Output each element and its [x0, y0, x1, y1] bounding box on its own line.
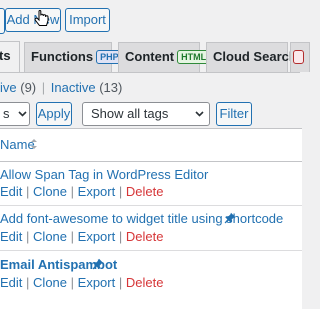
tag-filter-value: Show all tags — [91, 106, 169, 121]
delete-link[interactable]: Delete — [126, 184, 164, 199]
snippets-table: Name Allow Span Tag in WordPress Editor … — [0, 128, 302, 309]
filter-active-label: ive — [0, 80, 17, 95]
pin-icon[interactable] — [92, 258, 104, 270]
table-row: Email Antispambot Edit | Clone | Export … — [0, 251, 302, 301]
tab-label: Cloud Search — [213, 49, 297, 64]
edit-link[interactable]: Edit — [0, 275, 22, 290]
tab-label: Content — [125, 49, 175, 64]
delete-link[interactable]: Delete — [126, 229, 164, 244]
filter-inactive-count: (13) — [99, 80, 123, 95]
filter-active-link[interactable]: ive (9) — [0, 80, 36, 95]
filter-inactive-link[interactable]: Inactive (13) — [51, 80, 123, 95]
filter-active-count: (9) — [20, 80, 37, 95]
pin-icon[interactable] — [224, 212, 236, 224]
add-new-button[interactable]: Add New — [5, 8, 61, 32]
filter-button[interactable]: Filter — [216, 102, 252, 126]
export-link[interactable]: Export — [78, 275, 116, 290]
filter-separator: | — [41, 80, 46, 95]
chevron-down-icon — [18, 111, 27, 117]
row-actions: Edit | Clone | Export | Delete — [0, 184, 163, 199]
clone-link[interactable]: Clone — [33, 184, 67, 199]
action-separator: | — [118, 184, 123, 199]
status-filters: ive (9) | Inactive (13) — [0, 80, 122, 95]
row-actions: Edit | Clone | Export | Delete — [0, 229, 163, 244]
table-row: Allow Span Tag in WordPress Editor Edit … — [0, 161, 302, 205]
action-separator: | — [70, 184, 75, 199]
import-button[interactable]: Import — [65, 8, 110, 32]
action-separator: | — [26, 229, 30, 244]
cursor-pointer-icon — [34, 10, 49, 26]
tab-functions[interactable]: Functions PHP — [24, 42, 123, 72]
delete-link[interactable]: Delete — [126, 275, 164, 290]
row-actions: Edit | Clone | Export | Delete — [0, 275, 163, 290]
tab-content[interactable]: Content HTML — [118, 42, 211, 72]
tab-snippets[interactable]: ts — [0, 41, 20, 72]
action-separator: | — [118, 229, 123, 244]
tabs-bar: ts Functions PHP Content HTML Cloud Search — [0, 40, 310, 73]
bulk-actions-select[interactable]: s — [0, 102, 30, 126]
tab-cloud-search[interactable]: Cloud Search — [206, 42, 297, 72]
action-separator: | — [70, 229, 75, 244]
sort-arrows-icon — [31, 139, 37, 149]
table-row: Add font-awesome to widget title using s… — [0, 206, 302, 250]
tag-filter-select[interactable]: Show all tags — [82, 102, 210, 126]
filter-inactive-label: Inactive — [50, 80, 96, 95]
snippet-title-link[interactable]: Allow Span Tag in WordPress Editor — [0, 167, 208, 182]
tab-label: ts — [0, 48, 11, 63]
table-header: Name — [0, 129, 302, 162]
snippet-title-link[interactable]: Add font-awesome to widget title using s… — [0, 211, 283, 226]
bulk-select-value: s — [3, 106, 10, 121]
css-badge-fragment — [293, 50, 304, 64]
chevron-down-icon — [195, 111, 204, 117]
action-separator: | — [118, 275, 123, 290]
action-separator: | — [70, 275, 75, 290]
edit-link[interactable]: Edit — [0, 229, 22, 244]
top-bar: Add New Import — [0, 0, 300, 40]
action-separator: | — [26, 184, 30, 199]
export-link[interactable]: Export — [78, 184, 116, 199]
action-separator: | — [26, 275, 30, 290]
clone-link[interactable]: Clone — [33, 275, 67, 290]
clone-link[interactable]: Clone — [33, 229, 67, 244]
export-link[interactable]: Export — [78, 229, 116, 244]
edit-link[interactable]: Edit — [0, 184, 22, 199]
apply-button[interactable]: Apply — [36, 102, 72, 126]
tab-label: Functions — [31, 49, 94, 64]
tab-next-fragment[interactable] — [290, 42, 310, 72]
